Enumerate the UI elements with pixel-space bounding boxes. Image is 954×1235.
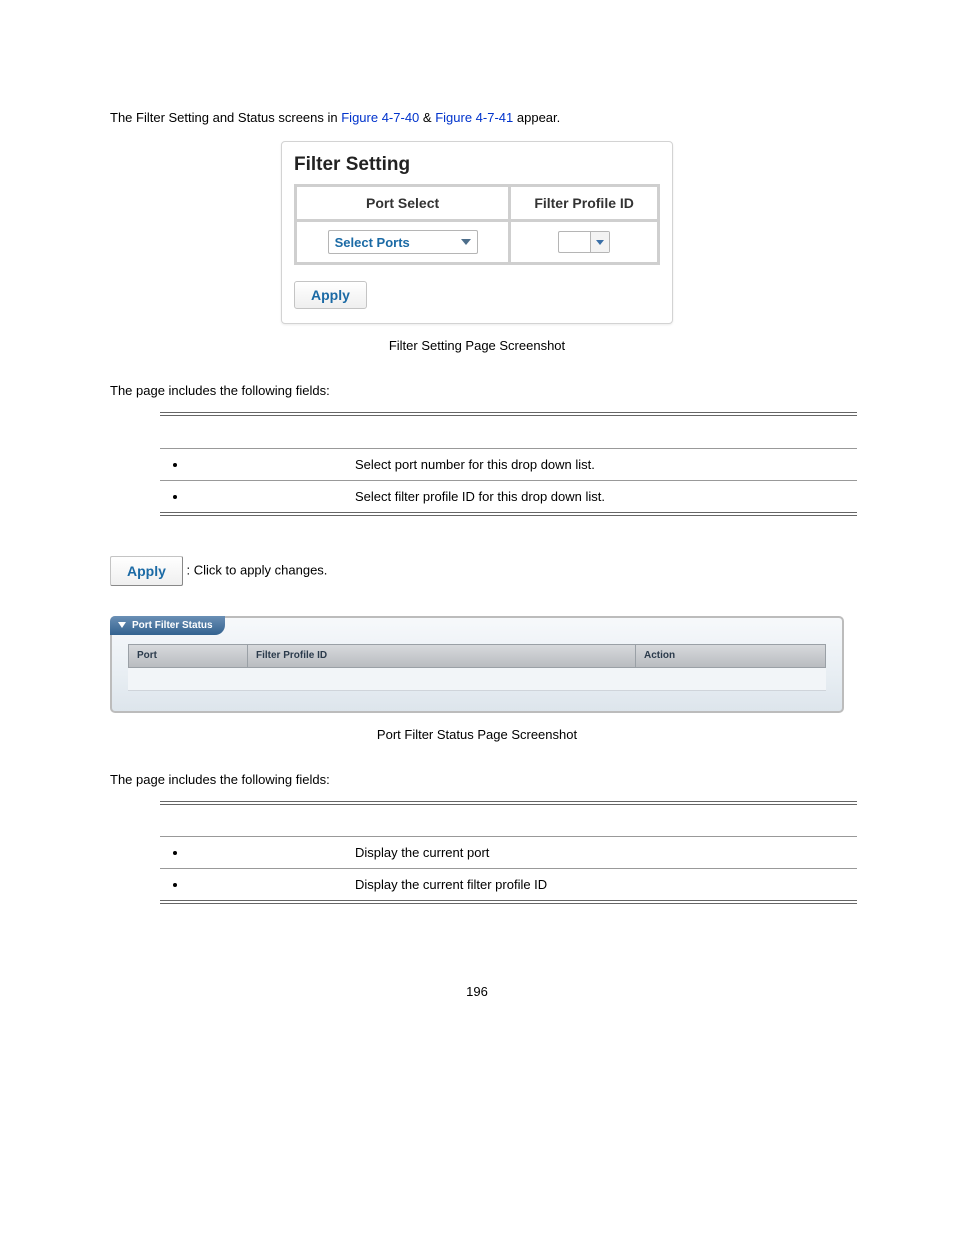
fields-label-1: The page includes the following fields: [110, 383, 844, 398]
port-select-dropdown[interactable]: Select Ports [328, 230, 478, 254]
fields-label-2: The page includes the following fields: [110, 772, 844, 787]
status-header-action: Action [636, 644, 826, 668]
intro-suffix: appear. [517, 110, 560, 125]
panel-tab-label: Port Filter Status [132, 620, 213, 631]
filter-setting-panel: Filter Setting Port Select Filter Profil… [281, 141, 673, 324]
table-row: Select port number for this drop down li… [160, 448, 857, 480]
filter-caption: Filter Setting Page Screenshot [110, 338, 844, 353]
status-header-filter-profile-id: Filter Profile ID [248, 644, 636, 668]
dropdown-button [590, 232, 609, 252]
bullet-icon [188, 489, 335, 504]
status-header-port: Port [128, 644, 248, 668]
chevron-down-icon [461, 239, 471, 245]
status-caption: Port Filter Status Page Screenshot [110, 727, 844, 742]
intro-amp: & [423, 110, 435, 125]
bullet-icon [188, 457, 335, 472]
filter-profile-dropdown[interactable] [558, 231, 610, 253]
panel-tab[interactable]: Port Filter Status [110, 616, 225, 635]
apply-explain: Apply : Click to apply changes. [110, 556, 844, 586]
header-port-select: Port Select [296, 186, 510, 221]
figure-link-1[interactable]: Figure 4-7-40 [341, 110, 419, 125]
fields-table-2: Display the current port Display the cur… [160, 801, 857, 905]
table-row [128, 668, 826, 691]
field-desc: Display the current filter profile ID [345, 869, 857, 903]
port-filter-status-panel: Port Filter Status Port Filter Profile I… [110, 616, 844, 713]
apply-button[interactable]: Apply [294, 281, 367, 309]
port-select-label: Select Ports [335, 235, 410, 250]
bullet-icon [188, 877, 335, 892]
chevron-down-icon [118, 622, 126, 628]
figure-link-2[interactable]: Figure 4-7-41 [435, 110, 513, 125]
apply-chip-text: : Click to apply changes. [187, 562, 328, 577]
field-desc: Select port number for this drop down li… [345, 448, 857, 480]
apply-chip[interactable]: Apply [110, 556, 183, 586]
table-row: Select filter profile ID for this drop d… [160, 480, 857, 514]
field-desc: Select filter profile ID for this drop d… [345, 480, 857, 514]
table-row: Display the current port [160, 837, 857, 869]
fields-table-1: Select port number for this drop down li… [160, 412, 857, 516]
table-row: Display the current filter profile ID [160, 869, 857, 903]
bullet-icon [188, 845, 335, 860]
filter-setting-title: Filter Setting [294, 152, 660, 184]
chevron-down-icon [596, 240, 604, 245]
intro-text: The Filter Setting and Status screens in… [110, 110, 844, 125]
header-filter-profile-id: Filter Profile ID [510, 186, 659, 221]
page-number: 196 [110, 984, 844, 999]
filter-setting-table: Port Select Filter Profile ID Select Por… [294, 184, 660, 265]
intro-prefix: The Filter Setting and Status screens in [110, 110, 341, 125]
field-desc: Display the current port [345, 837, 857, 869]
status-table: Port Filter Profile ID Action [128, 644, 826, 691]
